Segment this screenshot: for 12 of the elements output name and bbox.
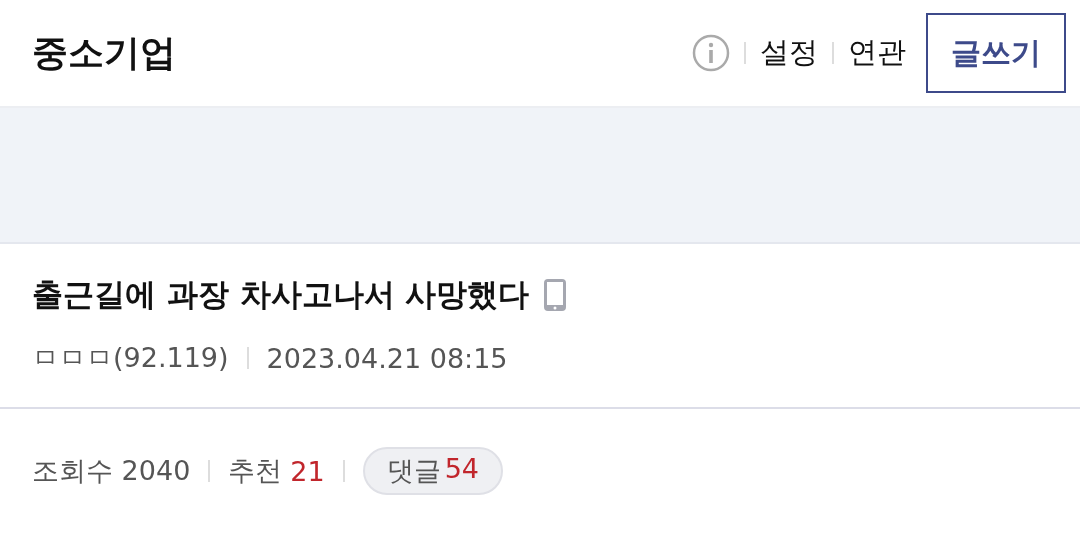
header-link[interactable]: 설정 bbox=[760, 33, 818, 73]
write-button[interactable]: 글쓰기 bbox=[926, 13, 1066, 93]
author-name: ㅁㅁㅁ(92.119) bbox=[32, 341, 229, 375]
board-title: 중소기업 bbox=[32, 30, 177, 75]
view-count: 조회수 2040 bbox=[32, 454, 191, 488]
recommend-label: 추천 bbox=[228, 454, 283, 488]
post-title: 출근길에 과장 차사고나서 사망했다 bbox=[32, 275, 530, 314]
info-icon[interactable] bbox=[692, 34, 730, 72]
header-link[interactable]: 연관 bbox=[848, 33, 906, 73]
comments-button[interactable]: 댓글 54 bbox=[362, 447, 504, 495]
post-date: 2023.04.21 08:15 bbox=[266, 342, 508, 374]
recommend-count: 21 bbox=[290, 455, 325, 487]
